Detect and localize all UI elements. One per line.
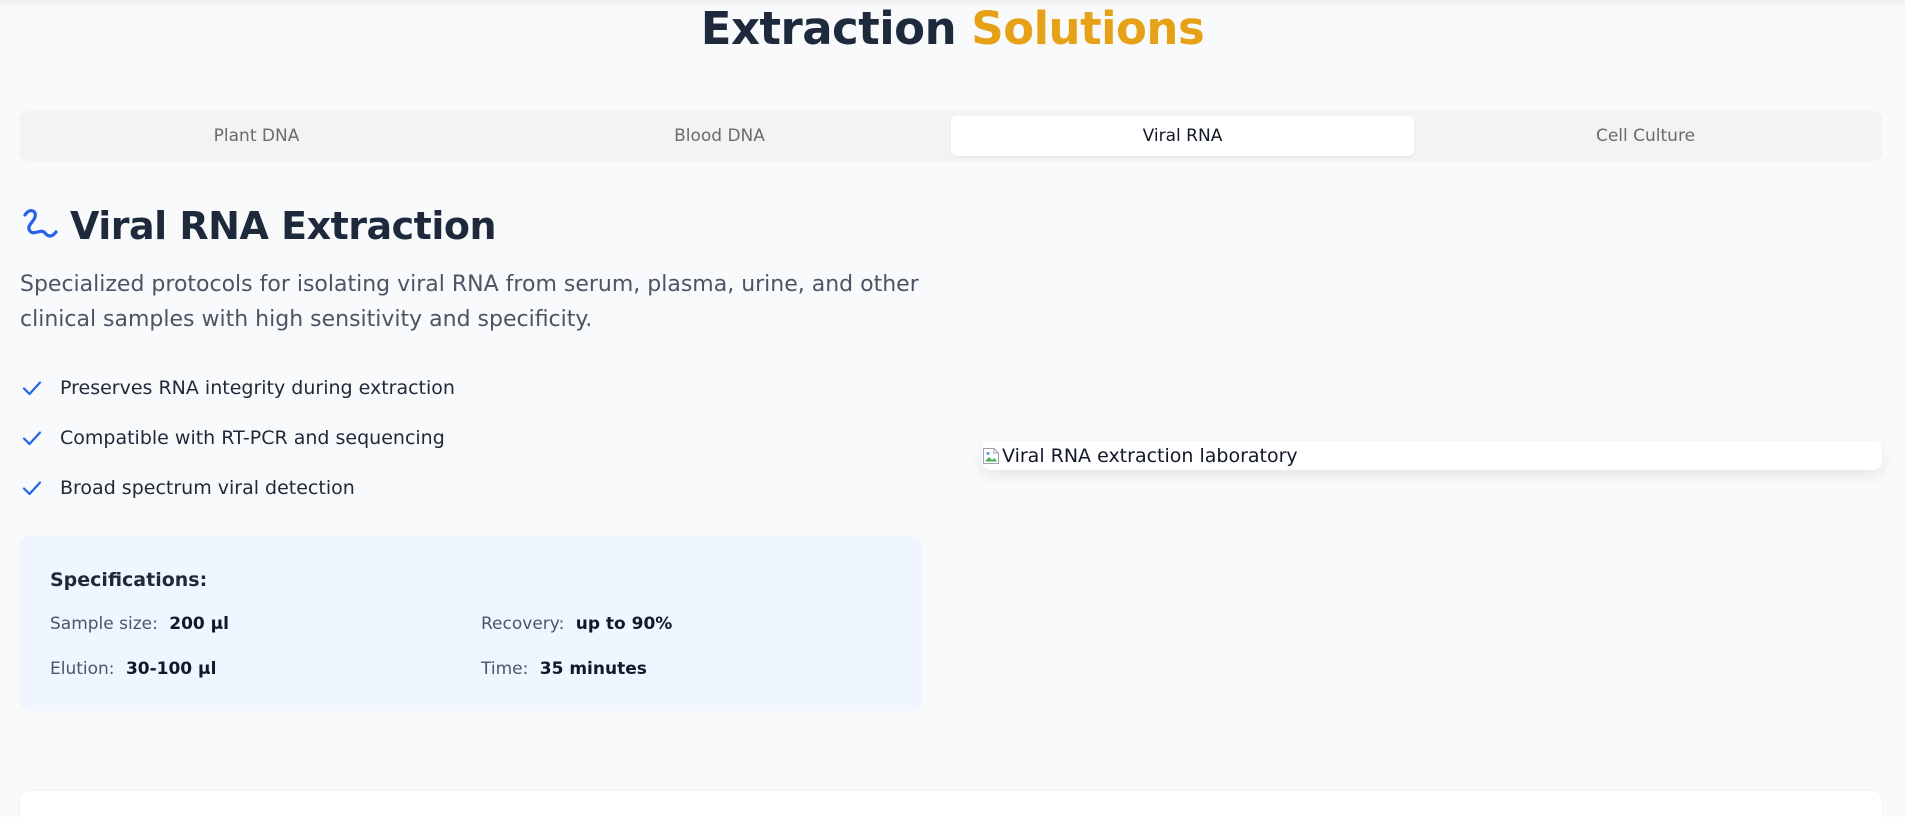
page: Extraction Solutions Plant DNA Blood DNA…: [0, 0, 1905, 817]
spec-sample-size: Sample size: 200 µl: [50, 614, 229, 634]
section-heading: Viral RNA Extraction: [20, 202, 497, 250]
broken-image-icon: [983, 447, 999, 464]
next-section-card: [20, 791, 1882, 817]
spec-time: Time: 35 minutes: [481, 659, 647, 679]
tab-blood-dna[interactable]: Blood DNA: [488, 116, 951, 156]
spec-value: 200 µl: [169, 614, 229, 634]
feature-text: Compatible with RT-PCR and sequencing: [60, 427, 445, 449]
spec-value: 30-100 µl: [125, 659, 217, 679]
tab-cell-culture[interactable]: Cell Culture: [1414, 116, 1877, 156]
specifications-card: Specifications: Sample size: 200 µl Reco…: [20, 536, 922, 711]
feature-text: Preserves RNA integrity during extractio…: [60, 377, 455, 399]
spec-value: 35 minutes: [539, 659, 647, 679]
spec-elution: Elution: 30-100 µl: [50, 659, 216, 679]
lab-image: Viral RNA extraction laboratory: [982, 441, 1882, 470]
wave-icon: [23, 209, 58, 238]
check-icon: [22, 431, 42, 446]
tab-viral-rna[interactable]: Viral RNA: [951, 116, 1414, 156]
specifications-title: Specifications:: [50, 569, 208, 591]
check-icon: [22, 481, 42, 496]
check-icon: [22, 381, 42, 396]
spec-label: Recovery:: [481, 614, 565, 634]
page-title-main: Extraction: [700, 2, 957, 55]
spec-label: Time:: [481, 659, 529, 679]
image-alt-text: Viral RNA extraction laboratory: [1002, 444, 1298, 467]
spec-label: Sample size:: [50, 614, 158, 634]
page-title-accent: Solutions: [971, 2, 1205, 55]
tab-bar: Plant DNA Blood DNA Viral RNA Cell Cultu…: [20, 111, 1882, 161]
section-title: Viral RNA Extraction: [70, 204, 497, 248]
section-description: Specialized protocols for isolating vira…: [20, 272, 919, 332]
tab-plant-dna[interactable]: Plant DNA: [25, 116, 488, 156]
page-title: Extraction Solutions: [0, 0, 1905, 60]
feature-item: Broad spectrum viral detection: [20, 463, 455, 513]
spec-label: Elution:: [50, 659, 115, 679]
feature-item: Compatible with RT-PCR and sequencing: [20, 413, 455, 463]
feature-list: Preserves RNA integrity during extractio…: [20, 363, 455, 513]
spec-value: up to 90%: [575, 614, 673, 634]
spec-recovery: Recovery: up to 90%: [481, 614, 672, 634]
feature-text: Broad spectrum viral detection: [60, 477, 355, 499]
feature-item: Preserves RNA integrity during extractio…: [20, 363, 455, 413]
